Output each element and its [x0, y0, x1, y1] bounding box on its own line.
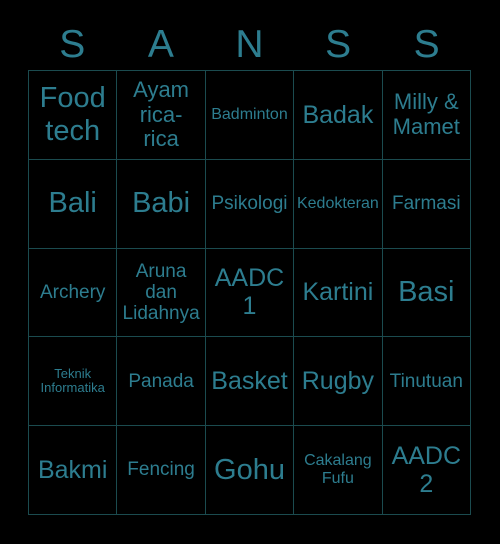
bingo-cell-r1c2[interactable]: Ayam rica- rica [117, 71, 206, 160]
bingo-header-letter-1: S [59, 22, 86, 66]
bingo-cell-r2c4[interactable]: Kedokteran [294, 159, 383, 249]
bingo-cell-r4c4[interactable]: Rugby [294, 337, 383, 427]
bingo-cell-r3c1[interactable]: Archery [29, 248, 118, 338]
bingo-cell-r4c2[interactable]: Panada [117, 337, 206, 427]
bingo-header-row: SANSS [28, 18, 471, 70]
bingo-cell-r5c2[interactable]: Fencing [117, 426, 206, 515]
bingo-header-letter-3: N [235, 22, 264, 66]
bingo-cell-r3c3[interactable]: AADC 1 [205, 248, 295, 338]
bingo-cell-r4c5[interactable]: Tinutuan [382, 337, 471, 427]
bingo-cell-r5c5[interactable]: AADC 2 [382, 426, 471, 515]
bingo-cell-r1c3[interactable]: Badminton [205, 71, 295, 160]
bingo-cell-r2c1[interactable]: Bali [29, 159, 118, 249]
bingo-cell-r3c2[interactable]: Aruna dan Lidahnya [117, 248, 206, 338]
bingo-cell-r4c3[interactable]: Basket [205, 337, 295, 427]
bingo-cell-r1c5[interactable]: Milly & Mamet [382, 71, 471, 160]
bingo-cell-r3c4[interactable]: Kartini [294, 248, 383, 338]
bingo-cell-r5c3[interactable]: Gohu [205, 426, 295, 515]
bingo-cell-r2c5[interactable]: Farmasi [382, 159, 471, 249]
bingo-cell-r1c4[interactable]: Badak [294, 71, 383, 160]
bingo-cell-r5c4[interactable]: Cakalang Fufu [294, 426, 383, 515]
bingo-cell-r2c2[interactable]: Babi [117, 159, 206, 249]
bingo-grid: Food tech Ayam rica- rica Badminton Badak Mi… [28, 70, 471, 515]
bingo-cell-r3c5[interactable]: Basi [382, 248, 471, 338]
bingo-header-letter-2: A [147, 22, 174, 66]
bingo-header-letter-5: S [413, 22, 440, 66]
bingo-card: SANSS Food tech Ayam rica- rica Badminton B… [0, 0, 500, 544]
bingo-header-letter-4: S [325, 22, 352, 66]
bingo-cell-r4c1[interactable]: Teknik Informatika [29, 337, 118, 427]
bingo-cell-r2c3[interactable]: Psikologi [205, 159, 295, 249]
bingo-cell-r5c1[interactable]: Bakmi [29, 426, 118, 515]
bingo-cell-r1c1[interactable]: Food tech [29, 71, 118, 160]
